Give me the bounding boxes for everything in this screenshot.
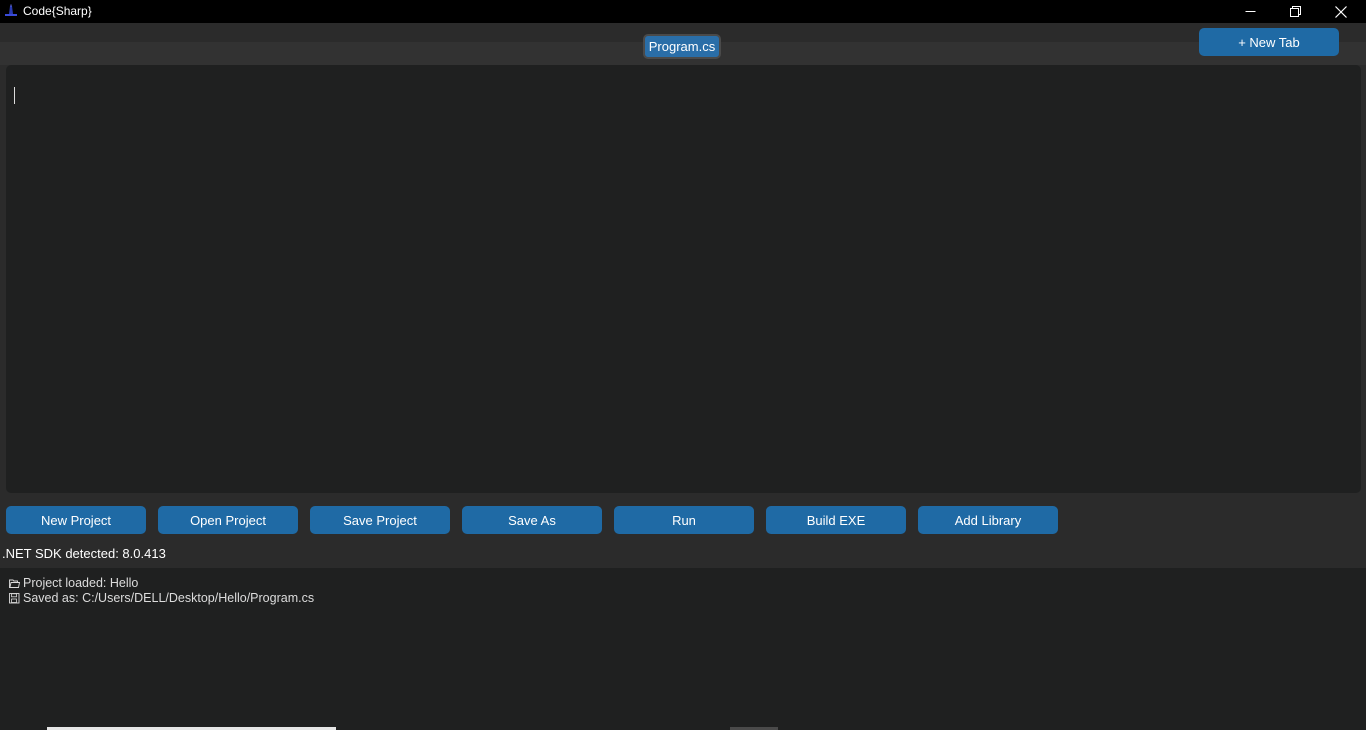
run-button[interactable]: Run bbox=[614, 506, 754, 534]
tab-strip: Program.cs + New Tab bbox=[0, 23, 1366, 65]
new-project-button[interactable]: New Project bbox=[6, 506, 146, 534]
log-text: Saved as: C:/Users/DELL/Desktop/Hello/Pr… bbox=[23, 591, 315, 605]
restore-button[interactable] bbox=[1272, 0, 1318, 23]
text-caret bbox=[14, 87, 15, 104]
app-logo-icon bbox=[4, 4, 18, 18]
close-icon bbox=[1335, 5, 1347, 18]
title-bar: Code{Sharp} bbox=[0, 0, 1366, 23]
editor-frame bbox=[0, 65, 1366, 498]
log-line: Saved as: C:/Users/DELL/Desktop/Hello/Pr… bbox=[9, 591, 314, 605]
code-editor[interactable] bbox=[6, 65, 1361, 493]
app-window: Code{Sharp} Program.cs + New Tab New Pro… bbox=[0, 0, 1366, 730]
minimize-button[interactable] bbox=[1227, 0, 1273, 23]
output-panel[interactable]: Project loaded: Hello Saved as: C:/Users… bbox=[0, 568, 1366, 730]
build-exe-button[interactable]: Build EXE bbox=[766, 506, 906, 534]
folder-icon bbox=[9, 578, 21, 589]
save-project-button[interactable]: Save Project bbox=[310, 506, 450, 534]
new-tab-button[interactable]: + New Tab bbox=[1199, 28, 1339, 56]
close-button[interactable] bbox=[1318, 0, 1364, 23]
log-text: Project loaded: Hello bbox=[23, 576, 139, 590]
log-line: Project loaded: Hello bbox=[9, 576, 138, 590]
minimize-icon bbox=[1245, 6, 1256, 17]
tab-program-cs[interactable]: Program.cs bbox=[643, 34, 721, 59]
action-toolbar: New Project Open Project Save Project Sa… bbox=[0, 498, 1366, 540]
open-project-button[interactable]: Open Project bbox=[158, 506, 298, 534]
save-as-button[interactable]: Save As bbox=[462, 506, 602, 534]
status-row: .NET SDK detected: 8.0.413 bbox=[0, 540, 1366, 568]
sdk-status-label: .NET SDK detected: 8.0.413 bbox=[2, 546, 166, 561]
restore-icon bbox=[1289, 6, 1301, 17]
add-library-button[interactable]: Add Library bbox=[918, 506, 1058, 534]
window-title: Code{Sharp} bbox=[23, 4, 92, 18]
save-icon bbox=[9, 592, 20, 604]
